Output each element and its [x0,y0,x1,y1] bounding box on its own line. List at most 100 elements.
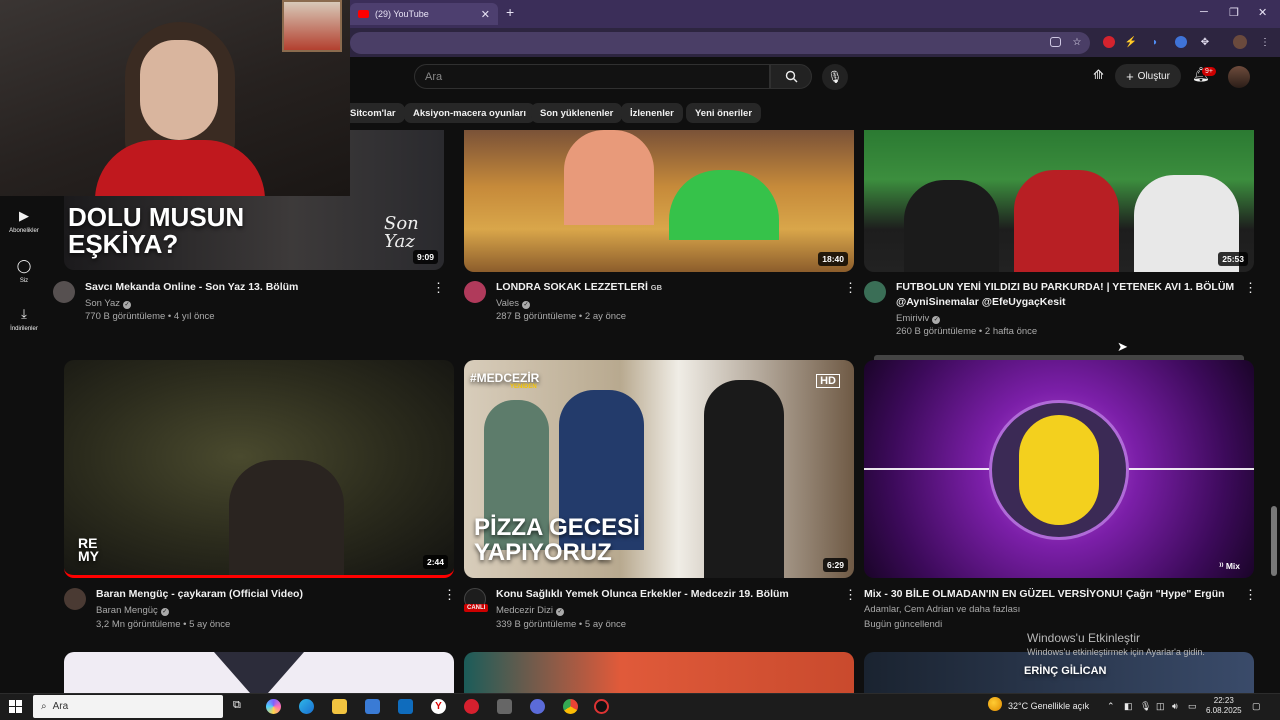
video-thumbnail[interactable]: #MEDCEZİR YENİDEN HD PİZZA GECESİ YAPIYO… [464,360,854,578]
minimize-icon[interactable]: ─ [1200,6,1208,18]
video-thumbnail[interactable]: 25:53 [864,130,1254,272]
weather-text[interactable]: 32°C Genellikle açık [1008,701,1089,711]
bookmark-star-icon[interactable]: ☆ [1070,35,1084,49]
search-icon [785,70,797,83]
channel-name-text: Baran Mengüç [96,605,158,616]
channel-avatar[interactable] [464,281,486,303]
video-stats: 260 B görüntüleme • 2 hafta önce [896,326,1038,337]
extension-red-icon[interactable] [1103,36,1115,48]
video-title[interactable]: Mix - 30 BİLE OLMADAN'IN EN GÜZEL VERSİY… [864,587,1234,602]
view-count: 260 B görüntüleme [896,326,977,337]
more-actions-icon[interactable]: ⋮ [844,280,857,296]
account-avatar[interactable] [1228,66,1250,88]
more-actions-icon[interactable]: ⋮ [844,587,857,603]
microphone-tray-icon[interactable]: 🎙 [1140,701,1151,712]
taskbar-search-input[interactable]: ⌕ Ara [33,695,223,718]
video-thumbnail[interactable]: ERİNÇ GİLİCAN [864,652,1254,693]
battery-icon[interactable]: ▭ [1188,701,1197,712]
page-scrollbar-track[interactable] [1271,60,1277,693]
show-hidden-icons-icon[interactable]: ⌃ [1107,701,1115,712]
video-thumbnail[interactable]: 18:40 [464,130,854,272]
video-title[interactable]: Baran Mengüç - çaykaram (Official Video) [96,587,436,602]
youtube-favicon-icon [358,10,369,18]
file-explorer-icon[interactable] [332,699,347,714]
upload-age: 5 ay önce [584,619,627,630]
video-thumbnail[interactable] [64,652,454,693]
more-actions-icon[interactable]: ⋮ [432,280,445,296]
thumbnail-graphic [214,652,304,693]
mix-label: ⁾⁾ Mix [1219,561,1240,572]
install-app-icon[interactable] [1050,37,1061,47]
channel-name[interactable]: Adamlar, Cem Adrian ve daha fazlası [864,602,1020,617]
start-tile [16,707,22,713]
browser-tab-youtube[interactable]: (29) YouTube ✕ [350,3,498,25]
extension-translate-icon[interactable]: ⚡ [1124,35,1138,49]
edge-browser-icon[interactable] [299,699,314,714]
discord-icon[interactable] [530,699,545,714]
video-duration: 2:44 [422,555,448,569]
obs-icon[interactable] [594,699,609,714]
chip-watched[interactable]: İzlenenler [621,103,683,123]
chip-sitcoms[interactable]: Sitcom'lar [350,103,405,123]
extension-vpn-icon[interactable] [1175,36,1187,48]
address-bar[interactable] [350,32,1090,54]
app-icon[interactable] [497,699,512,714]
taskbar-clock[interactable]: 22:23 6.08.2025 [1206,696,1242,716]
cast-icon[interactable]: ⟰ [1093,67,1104,83]
extensions-puzzle-icon[interactable]: ✥ [1198,35,1212,49]
volume-icon[interactable]: 🔊︎ [1172,701,1178,712]
microphone-icon: 🎙 [827,70,843,84]
channel-name[interactable]: Baran Mengüç ✓ [96,603,169,618]
video-title[interactable]: Savcı Mekanda Online - Son Yaz 13. Bölüm [85,280,425,295]
task-view-icon[interactable]: ⧉ [233,699,248,714]
channel-avatar[interactable] [864,281,886,303]
channel-name[interactable]: Medcezir Dizi ✓ [496,603,565,618]
network-icon[interactable]: ◫ [1156,701,1165,712]
copilot-icon[interactable] [266,699,281,714]
channel-avatar[interactable] [64,588,86,610]
yandex-browser-icon[interactable]: Y [431,699,446,714]
tray-app-icon[interactable]: ◧ [1124,701,1133,712]
browser-menu-icon[interactable]: ⋮ [1258,35,1272,49]
channel-name-text: Vales [496,298,520,309]
sidebar-item-subscriptions[interactable]: ▶ Abonelikler [0,208,48,234]
new-tab-button[interactable]: + [506,4,514,20]
thumbnail-person [704,380,784,578]
video-thumbnail[interactable]: ⁾⁾ Mix [864,360,1254,578]
notifications-center-icon[interactable]: ▢ [1252,701,1261,712]
video-title[interactable]: Konu Sağlıklı Yemek Olunca Erkekler - Me… [496,587,836,602]
chip-recently-uploaded[interactable]: Son yüklenenler [531,103,623,123]
chip-action-adventure[interactable]: Aksiyon-macera oyunları [404,103,535,123]
more-actions-icon[interactable]: ⋮ [1244,280,1257,296]
extension-blue-icon[interactable]: ◗ [1148,35,1162,49]
view-count: 3,2 Mn görüntüleme [96,619,181,630]
channel-name-text: Medcezir Dizi [496,605,554,616]
maximize-icon[interactable]: ❐ [1229,6,1239,19]
video-title[interactable]: FUTBOLUN YENİ YILDIZI BU PARKURDA! | YET… [896,280,1236,310]
outlook-icon[interactable] [398,699,413,714]
thumbnail-person [564,130,654,225]
more-actions-icon[interactable]: ⋮ [1244,587,1257,603]
chrome-icon[interactable] [563,699,578,714]
profile-avatar[interactable] [1233,35,1247,49]
video-title[interactable]: LONDRA SOKAK LEZZETLERİ GB [496,280,836,295]
video-thumbnail[interactable]: RE MY 2:44 [64,360,454,578]
channel-avatar[interactable] [53,281,75,303]
voice-search-button[interactable]: 🎙 [822,64,848,90]
sidebar-item-downloads[interactable]: ⤓ İndirilenler [0,306,48,332]
chip-new-to-you[interactable]: Yeni öneriler [686,103,762,123]
windows-start-icon[interactable] [9,700,22,713]
more-actions-icon[interactable]: ⋮ [443,587,456,603]
search-input[interactable]: Ara [414,64,770,89]
video-thumbnail[interactable] [464,652,854,693]
page-scrollbar-thumb[interactable] [1271,506,1277,576]
tab-close-icon[interactable]: ✕ [481,8,490,21]
search-button[interactable] [770,64,812,89]
opera-icon[interactable] [464,699,479,714]
store-icon[interactable] [365,699,380,714]
thumbnail-logo-text: RE MY [78,535,99,565]
create-button[interactable]: + Oluştur [1115,64,1181,88]
sidebar-item-you[interactable]: ◯ Siz [0,258,48,284]
create-label: Oluştur [1137,70,1170,82]
close-window-icon[interactable]: ✕ [1258,6,1267,19]
